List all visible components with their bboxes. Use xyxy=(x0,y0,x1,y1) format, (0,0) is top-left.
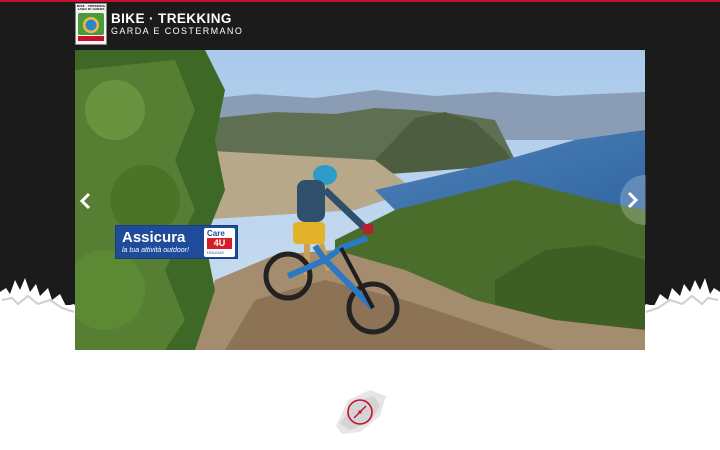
logo-strip xyxy=(78,36,104,42)
insurance-banner[interactable]: Assicura la tua attività outdoor! Care 4… xyxy=(115,225,238,259)
brush-texture-right xyxy=(640,278,720,330)
site-header xyxy=(0,2,720,50)
brand-subtitle[interactable]: GARDA E COSTERMANO xyxy=(111,26,243,36)
slider-prev-button[interactable] xyxy=(74,186,96,216)
care-4u-label: 4U xyxy=(207,238,232,249)
hero-slider xyxy=(75,50,645,350)
brush-texture-left xyxy=(0,278,80,330)
site-logo[interactable]: BIKE · TREKKING LAGO DI GARDA xyxy=(75,3,107,45)
care4u-logo: Care 4U HOLIDAY xyxy=(204,228,235,257)
insurance-title: Assicura xyxy=(122,229,186,246)
logo-map-icon xyxy=(78,13,104,36)
logo-text-line-2: LAGO DI GARDA xyxy=(77,7,105,12)
slide-image xyxy=(75,50,645,350)
insurance-subtitle: la tua attività outdoor! xyxy=(122,247,189,254)
care-holiday-label: HOLIDAY xyxy=(207,250,225,255)
chevron-right-icon xyxy=(627,191,639,209)
compass-icon xyxy=(336,390,386,434)
brand-title[interactable]: BIKE · TREKKING xyxy=(111,11,232,26)
chevron-left-icon xyxy=(79,192,91,210)
care-label: Care xyxy=(207,229,225,238)
